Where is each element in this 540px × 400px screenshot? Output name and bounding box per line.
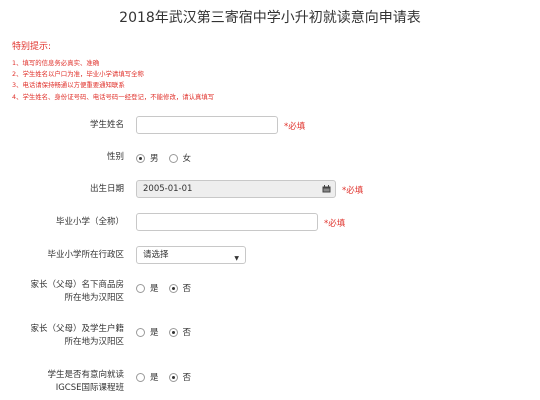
gender-radio-group: 男 女	[136, 152, 201, 164]
hukou-no-radio[interactable]	[168, 327, 178, 337]
tip-item: 2、学生姓名以户口为准，毕业小学请填写全称	[12, 70, 144, 79]
property-yes-label: 是	[150, 284, 159, 294]
dob-label: 出生日期	[89, 184, 124, 194]
property-yes-radio[interactable]	[136, 283, 145, 293]
calendar-icon[interactable]	[317, 181, 335, 197]
hukou-label-line1: 家长（父母）及学生户籍	[30, 324, 124, 334]
igcse-no-label: 否	[182, 373, 192, 383]
igcse-no-radio[interactable]	[168, 372, 178, 382]
gender-male-label: 男	[150, 154, 159, 164]
hukou-option-no[interactable]: 否	[168, 326, 192, 338]
property-option-yes[interactable]: 是	[136, 282, 159, 294]
hukou-option-yes[interactable]: 是	[136, 326, 159, 338]
hukou-label: 家长（父母）及学生户籍 所在地为汉阳区	[30, 323, 124, 349]
igcse-label-line1: 学生是否有意向就读	[47, 370, 124, 380]
student-name-label: 学生姓名	[89, 120, 124, 130]
hukou-yes-label: 是	[150, 328, 159, 338]
igcse-option-no[interactable]: 否	[168, 371, 192, 383]
tip-item: 1、填写的信息务必真实、准确	[12, 59, 100, 67]
dob-required: *必填	[342, 186, 364, 196]
igcse-yes-radio[interactable]	[136, 372, 145, 382]
student-name-input[interactable]	[136, 116, 278, 134]
property-label-line2: 所在地为汉阳区	[64, 293, 124, 303]
gender-option-female[interactable]: 女	[168, 152, 192, 164]
district-label: 毕业小学所在行政区	[47, 250, 124, 260]
school-required: *必填	[324, 219, 346, 229]
hukou-label-line2: 所在地为汉阳区	[64, 337, 124, 347]
tips-heading: 特别提示:	[12, 42, 52, 52]
tips-list: 1、填写的信息务必真实、准确 2、学生姓名以户口为准，毕业小学请填写全称 3、电…	[12, 58, 214, 103]
igcse-label-line2: IGCSE国际课程班	[55, 383, 124, 393]
gender-male-radio[interactable]	[136, 153, 145, 163]
tip-item: 4、学生姓名、身份证号码、电话号码一经登记，不能修改，请认真填写	[12, 92, 215, 101]
igcse-yes-label: 是	[150, 373, 159, 383]
page-title: 2018年武汉第三寄宿中学小升初就读意向申请表	[119, 10, 421, 26]
district-selected-value: 请选择	[143, 250, 169, 260]
property-no-radio[interactable]	[168, 283, 178, 293]
property-radio-group: 是 否	[136, 282, 201, 294]
caret-down-icon: ▼	[234, 255, 239, 262]
hukou-radio-group: 是 否	[136, 326, 201, 338]
school-label: 毕业小学（全称）	[55, 217, 124, 227]
gender-female-label: 女	[182, 154, 192, 164]
hukou-no-label: 否	[182, 328, 192, 338]
school-input[interactable]	[136, 213, 318, 231]
tip-item: 3、电话请保持畅通以方便重要通知联系	[12, 81, 125, 90]
igcse-label: 学生是否有意向就读 IGCSE国际课程班	[47, 369, 124, 395]
district-select[interactable]: 请选择 ▼	[136, 246, 246, 264]
property-label: 家长（父母）名下商品房 所在地为汉阳区	[30, 279, 124, 305]
dob-input[interactable]: 2005-01-01	[136, 180, 336, 198]
dob-value: 2005-01-01	[143, 184, 193, 194]
igcse-option-yes[interactable]: 是	[136, 371, 159, 383]
property-option-no[interactable]: 否	[168, 282, 192, 294]
gender-option-male[interactable]: 男	[136, 152, 159, 164]
gender-female-radio[interactable]	[168, 153, 178, 163]
gender-label: 性别	[106, 152, 124, 162]
property-label-line1: 家长（父母）名下商品房	[30, 280, 124, 290]
student-name-required: *必填	[284, 122, 306, 132]
hukou-yes-radio[interactable]	[136, 327, 145, 337]
igcse-radio-group: 是 否	[136, 371, 201, 383]
property-no-label: 否	[182, 284, 192, 294]
